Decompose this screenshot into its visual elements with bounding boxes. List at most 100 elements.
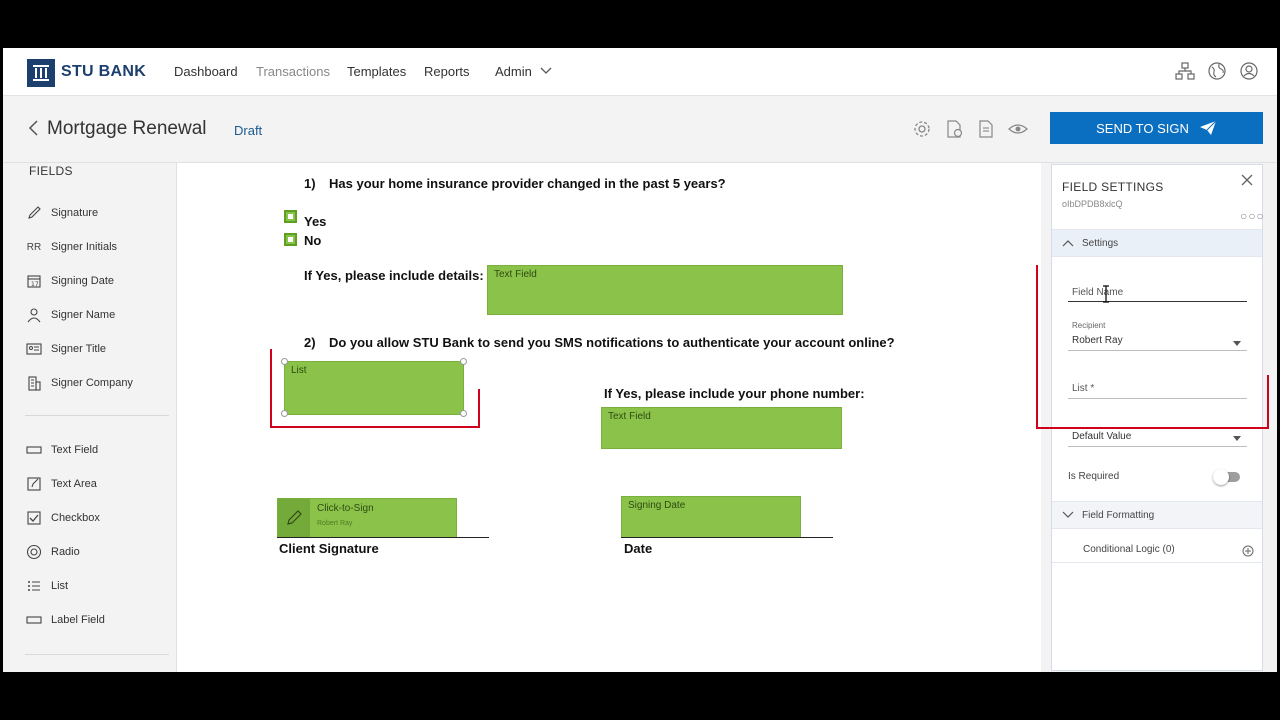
pen-icon [287,510,302,525]
field-item-label: Signer Initials [51,241,118,253]
field-item-signer-title[interactable]: Signer Title [25,339,106,359]
default-value-dropdown-caret[interactable] [1233,436,1241,441]
globe-icon[interactable] [1207,61,1227,81]
document-export-icon[interactable] [976,119,996,139]
field-item-label: Text Area [51,478,97,490]
more-options-icon[interactable]: ○○○ [1240,209,1265,223]
field-formatting-label: Field Formatting [1082,509,1155,521]
add-circle-icon[interactable] [1242,545,1254,557]
calendar-icon: 17 [25,272,43,290]
highlight-settings-right [1265,375,1269,429]
no-option-label: No [304,233,322,248]
click-to-sign-field[interactable]: Click-to-Sign Robert Ray [277,498,457,538]
field-settings-title: FIELD SETTINGS [1062,180,1164,194]
field-item-signature[interactable]: Signature [25,203,98,223]
field-item-text-area[interactable]: Text Area [25,474,97,494]
field-item-signer-company[interactable]: Signer Company [25,373,133,393]
question-2-number: 2) [304,335,316,350]
preview-eye-icon[interactable] [1008,119,1028,139]
back-chevron-icon[interactable] [27,119,41,137]
svg-text:17: 17 [31,281,39,288]
is-required-toggle[interactable] [1213,469,1240,485]
no-checkbox[interactable] [284,233,297,246]
field-item-label: Signer Name [51,309,116,321]
gear-icon[interactable] [912,119,932,139]
date-label: Date [624,541,653,556]
brand-name: STU BANK [61,63,147,80]
settings-section-header[interactable]: Settings [1052,229,1262,257]
send-to-sign-label: SEND TO SIGN [1096,120,1189,136]
field-formatting-section-header[interactable]: Field Formatting [1052,501,1262,529]
bank-logo-icon[interactable] [27,59,55,87]
page-title: Mortgage Renewal [47,118,207,139]
field-item-signer-name[interactable]: Signer Name [25,305,115,325]
nav-templates[interactable]: Templates [347,64,406,79]
conditional-logic-row[interactable]: Conditional Logic (0) [1052,535,1262,563]
field-item-radio[interactable]: Radio [25,542,80,562]
status-badge: Draft [234,123,263,138]
details-text-field[interactable]: Text Field [487,265,843,315]
yes-checkbox[interactable] [284,210,297,223]
field-type-label: Text Field [608,411,651,422]
nav-admin[interactable]: Admin [495,64,532,79]
field-item-label: Label Field [51,614,105,626]
resize-handle[interactable] [460,358,467,365]
document-settings-icon[interactable] [944,119,964,139]
field-item-text-field[interactable]: Text Field [25,440,98,460]
is-required-label: Is Required [1068,471,1120,482]
date-line [621,537,833,538]
field-item-label-field[interactable]: Label Field [25,610,105,630]
chevron-down-icon[interactable] [539,64,553,78]
field-type-label: List [291,365,307,376]
close-icon[interactable] [1240,173,1254,187]
field-item-label: Checkbox [51,512,100,524]
field-item-signer-initials[interactable]: RR Signer Initials [25,237,117,257]
conditional-logic-label: Conditional Logic (0) [1083,544,1175,555]
field-item-list[interactable]: List [25,576,68,596]
field-item-label: Signer Company [51,377,133,389]
paper-plane-icon [1199,120,1217,135]
field-item-label: Signer Title [51,343,107,355]
highlight-list-right [476,389,480,428]
highlight-settings-left-bottom [1036,265,1269,429]
radio-icon [25,543,43,561]
default-value-select[interactable]: Default Value [1068,431,1247,449]
org-chart-icon[interactable] [1175,61,1195,81]
nav-dashboard[interactable]: Dashboard [174,64,238,79]
signature-line [277,537,489,538]
field-item-checkbox[interactable]: Checkbox [25,508,100,528]
nav-transactions[interactable]: Transactions [256,64,330,79]
text-field-icon [25,441,43,459]
resize-handle[interactable] [460,410,467,417]
chevron-down-icon [1062,511,1074,518]
question-1-number: 1) [304,176,316,191]
field-type-label: Text Field [494,269,537,280]
phone-text-field[interactable]: Text Field [601,407,842,449]
document-header: Mortgage Renewal Draft SEND TO SIGN [3,97,1277,163]
document-canvas[interactable]: 1) Has your home insurance provider chan… [176,163,1041,672]
pen-icon [25,204,43,222]
user-profile-icon[interactable] [1239,61,1259,81]
fields-divider [25,654,169,655]
signer-name: Robert Ray [317,520,353,527]
signing-date-field[interactable]: Signing Date [621,496,801,538]
client-signature-label: Client Signature [279,541,379,556]
default-value-placeholder: Default Value [1072,431,1132,442]
initials-icon: RR [26,241,42,253]
send-to-sign-button[interactable]: SEND TO SIGN [1050,112,1263,144]
resize-handle[interactable] [281,358,288,365]
id-card-icon [25,340,43,358]
yes-option-label: Yes [304,214,327,229]
field-item-label: List [51,580,69,592]
settings-section-label: Settings [1082,237,1119,249]
nav-reports[interactable]: Reports [424,64,470,79]
text-area-icon [25,475,43,493]
app-window: STU BANK Dashboard Transactions Template… [3,48,1277,672]
top-navigation: STU BANK Dashboard Transactions Template… [3,48,1277,96]
resize-handle[interactable] [281,410,288,417]
field-id: oIbDPDB8xlcQ [1062,199,1123,209]
field-item-signing-date[interactable]: 17 Signing Date [25,271,114,291]
field-settings-panel: FIELD SETTINGS oIbDPDB8xlcQ ○○○ Settings… [1036,163,1277,672]
list-field[interactable]: List [284,361,464,415]
field-item-label: Radio [51,546,80,558]
